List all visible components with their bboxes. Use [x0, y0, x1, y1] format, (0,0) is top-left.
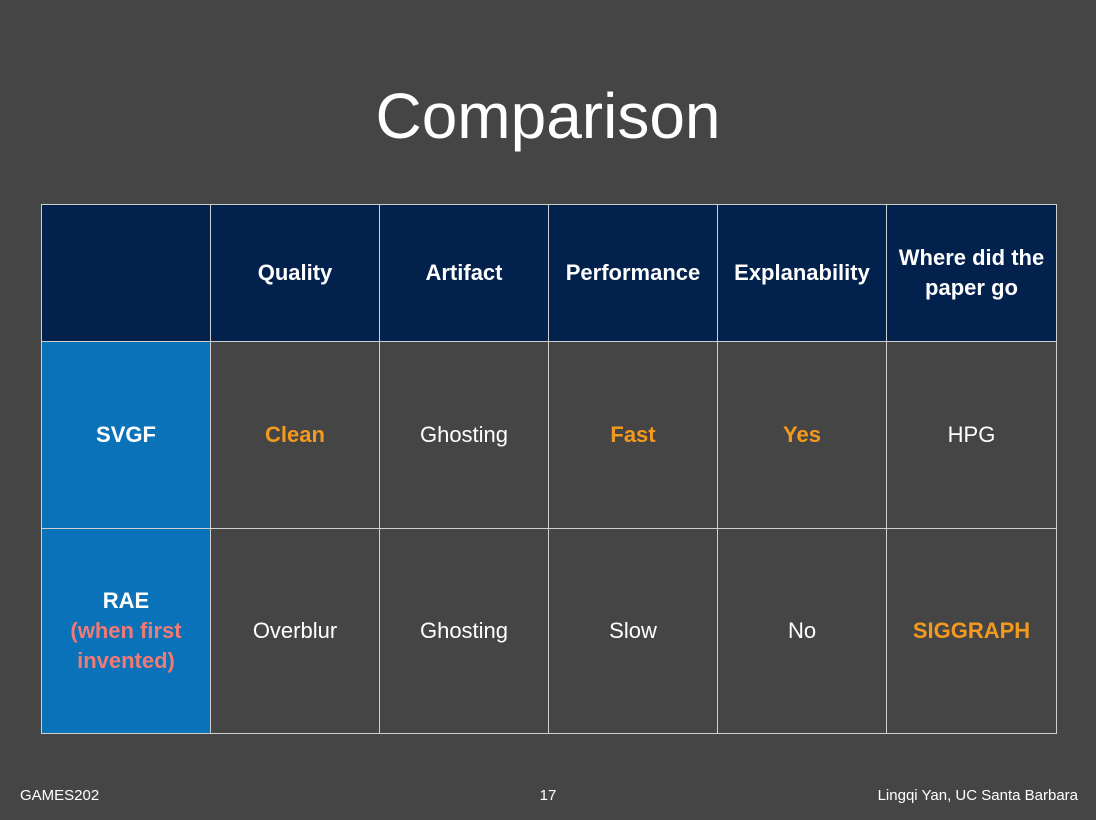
table-cell: Ghosting: [379, 528, 549, 734]
table-cell: SIGGRAPH: [886, 528, 1057, 734]
header-cell-artifact: Artifact: [379, 204, 549, 342]
table-header-row: Quality Artifact Performance Explanabili…: [41, 204, 1057, 342]
row-note: (when first invented): [70, 618, 182, 673]
cell-value: Yes: [783, 422, 821, 447]
row-header-rae: RAE (when first invented): [41, 528, 211, 734]
cell-value: HPG: [947, 422, 996, 447]
cell-value: Clean: [265, 422, 325, 447]
table-cell: Slow: [548, 528, 718, 734]
cell-value: No: [787, 618, 817, 643]
cell-value: Ghosting: [419, 422, 509, 447]
table-cell: No: [717, 528, 887, 734]
header-cell-performance: Performance: [548, 204, 718, 342]
cell-value: SIGGRAPH: [912, 618, 1031, 643]
table-cell: Ghosting: [379, 341, 549, 529]
cell-value: Fast: [610, 422, 656, 447]
header-cell-explanability: Explanability: [717, 204, 887, 342]
table-cell: Yes: [717, 341, 887, 529]
footer-author: Lingqi Yan, UC Santa Barbara: [877, 787, 1078, 804]
table-row: RAE (when first invented) Overblur Ghost…: [41, 528, 1057, 734]
table-cell: HPG: [886, 341, 1057, 529]
row-name: SVGF: [96, 422, 156, 447]
cell-value: Ghosting: [419, 618, 509, 643]
header-cell-venue: Where did the paper go: [886, 204, 1057, 342]
header-cell-quality: Quality: [210, 204, 380, 342]
row-header-svgf: SVGF: [41, 341, 211, 529]
row-name: RAE: [102, 588, 150, 613]
table-cell: Clean: [210, 341, 380, 529]
header-cell-corner: [41, 204, 211, 342]
table-cell: Fast: [548, 341, 718, 529]
cell-value: Slow: [609, 618, 657, 643]
slide-title: Comparison: [375, 80, 721, 152]
cell-value: Overblur: [252, 618, 338, 643]
comparison-table: Quality Artifact Performance Explanabili…: [41, 204, 1057, 734]
table-row: SVGF Clean Ghosting Fast Yes HPG: [41, 341, 1057, 529]
table-cell: Overblur: [210, 528, 380, 734]
